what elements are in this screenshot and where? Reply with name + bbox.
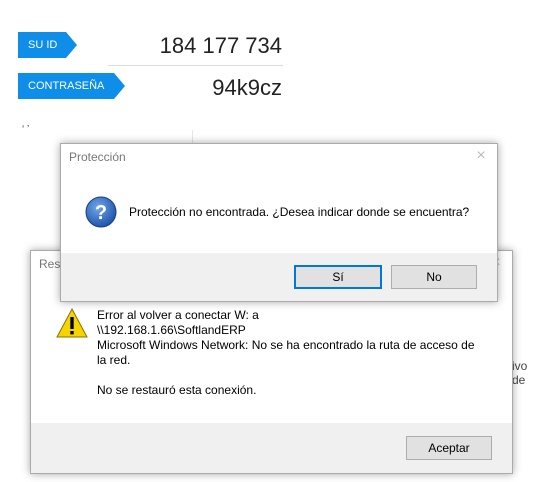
divider — [108, 65, 283, 66]
id-label: SU ID — [28, 39, 58, 51]
password-label-tag: CONTRASEÑA — [18, 73, 125, 99]
question-icon: ? — [85, 196, 117, 228]
protection-dialog: Protección × ? Protección no encontrada.… — [60, 143, 498, 302]
error-message: Error al volver a conectar W: a \\192.16… — [97, 308, 487, 398]
password-label: CONTRASEÑA — [28, 80, 105, 92]
error-line-3: Microsoft Windows Network: No se ha enco… — [97, 338, 475, 352]
svg-text:?: ? — [95, 202, 107, 224]
partial-text-left: ‘ ’ — [22, 124, 30, 135]
warning-icon — [56, 307, 88, 338]
error-line-4: la red. — [97, 353, 131, 367]
accept-button[interactable]: Aceptar — [406, 436, 492, 460]
protection-message: Protección no encontrada. ¿Desea indicar… — [129, 205, 470, 219]
id-label-tag: SU ID — [18, 32, 77, 58]
password-value[interactable]: 94k9cz — [160, 75, 282, 101]
error-line-1: Error al volver a conectar W: a — [97, 308, 259, 322]
close-icon[interactable]: × — [471, 146, 491, 166]
error-line-5: No se restauró esta conexión. — [97, 383, 257, 397]
partial-text-right: ivo de — [512, 359, 528, 387]
yes-button[interactable]: Sí — [294, 265, 382, 289]
error-line-2: \\192.168.1.66\SoftlandERP — [97, 323, 246, 337]
no-button[interactable]: No — [391, 265, 477, 289]
protection-dialog-footer: Sí No — [61, 253, 497, 301]
protection-dialog-title: Protección — [69, 150, 126, 164]
error-dialog-footer: Aceptar — [31, 423, 512, 473]
id-value[interactable]: 184 177 734 — [120, 33, 282, 59]
